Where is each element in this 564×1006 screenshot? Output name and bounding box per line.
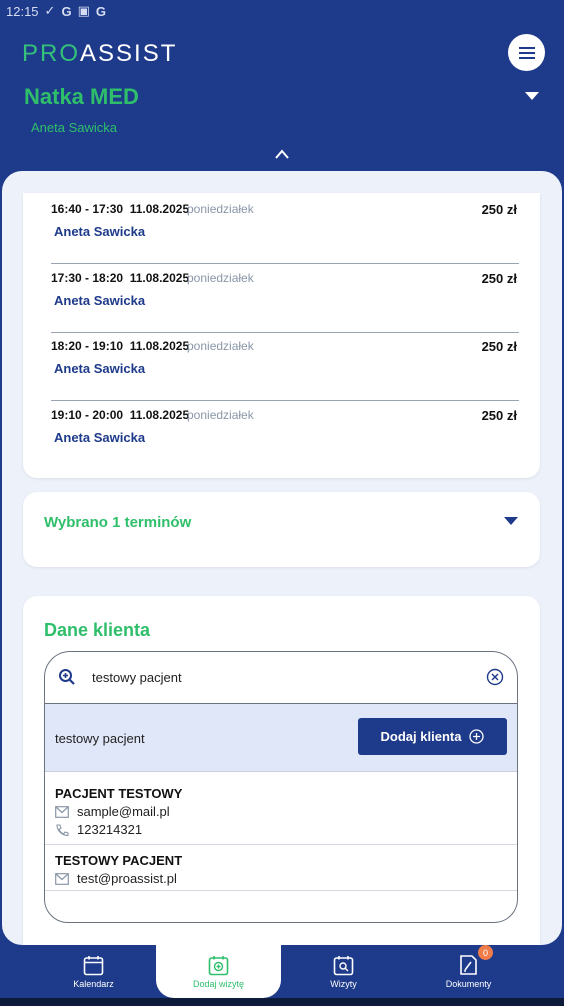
client-card: Dane klienta testowy pacjent testowy pac… — [23, 596, 540, 945]
search-input[interactable]: testowy pacjent — [92, 670, 182, 685]
slot-date: 11.08.2025 — [129, 408, 190, 422]
patient-email: sample@mail.pl — [77, 804, 170, 819]
slot-price: 250 zł — [481, 408, 517, 423]
system-nav-bar — [0, 998, 564, 1006]
slots-card: 16:40 - 17:30 11.08.2025 poniedziałek 25… — [23, 193, 540, 478]
client-section-title: Dane klienta — [44, 620, 151, 640]
slot-person: Aneta Sawicka — [54, 430, 146, 445]
slot-date: 11.08.2025 — [129, 271, 190, 285]
patient-name: PACJENT TESTOWY — [55, 786, 183, 801]
slot-day: poniedziałek — [187, 339, 254, 353]
selected-terms-label: Wybrano 1 terminów — [44, 514, 192, 531]
content-sheet: 16:40 - 17:30 11.08.2025 poniedziałek 25… — [2, 171, 562, 945]
slot-date: 11.08.2025 — [129, 202, 190, 216]
nav-label: Kalendarz — [73, 978, 114, 989]
documents-icon — [460, 955, 477, 975]
slot-item[interactable]: 18:20 - 19:10 11.08.2025 poniedziałek 25… — [51, 333, 519, 401]
add-client-button[interactable]: Dodaj klienta — [358, 718, 507, 755]
chevron-down-icon[interactable] — [504, 517, 518, 525]
photo-icon: ▣ — [77, 3, 90, 18]
visits-icon — [333, 955, 353, 975]
clinic-dropdown-icon[interactable] — [525, 92, 539, 100]
doctor-name: Aneta Sawicka — [31, 120, 117, 135]
slot-price: 250 zł — [481, 271, 517, 286]
patient-email: test@proassist.pl — [77, 871, 177, 886]
nav-wizyty[interactable]: Wizyty — [281, 945, 406, 998]
slot-price: 250 zł — [481, 339, 517, 354]
status-bar: 12:15 ✓ G ▣ G — [0, 0, 564, 22]
menu-button[interactable] — [508, 34, 545, 71]
search-plus-icon — [59, 669, 75, 685]
clear-icon[interactable] — [486, 668, 504, 686]
nav-label: Dodaj wizytę — [192, 978, 245, 989]
mail-icon — [55, 872, 69, 885]
add-visit-icon — [208, 955, 229, 975]
slot-time: 18:20 - 19:10 — [51, 339, 124, 353]
divider — [51, 263, 519, 264]
slot-price: 250 zł — [481, 202, 517, 217]
new-client-row: testowy pacjent Dodaj klienta — [45, 704, 517, 772]
google-icon: G — [61, 3, 72, 19]
clinic-name[interactable]: Natka MED — [24, 84, 139, 110]
selected-terms-card[interactable]: Wybrano 1 terminów — [23, 492, 540, 567]
app-header: PROASSIST Natka MED Aneta Sawicka — [0, 22, 564, 192]
new-client-query: testowy pacjent — [55, 731, 145, 746]
nav-label: Dokumenty — [445, 979, 492, 989]
signal-icon: ✓ — [44, 3, 56, 18]
documents-badge: 0 — [478, 945, 493, 960]
nav-label: Wizyty — [330, 978, 357, 989]
slot-person: Aneta Sawicka — [54, 361, 146, 376]
patient-item[interactable]: TESTOWY PACJENT test@proassist.pl — [45, 845, 517, 891]
slot-item[interactable]: 19:10 - 20:00 11.08.2025 poniedziałek 25… — [51, 402, 519, 470]
slot-time: 16:40 - 17:30 — [51, 202, 124, 216]
slot-item[interactable]: 16:40 - 17:30 11.08.2025 poniedziałek 25… — [51, 196, 519, 264]
proassist-logo: PROASSIST — [22, 40, 178, 67]
client-search-field[interactable]: testowy pacjent — [44, 651, 518, 703]
search-results: testowy pacjent Dodaj klienta PACJENT TE… — [44, 703, 518, 923]
calendar-icon — [83, 955, 104, 975]
hamburger-icon — [518, 46, 535, 59]
bottom-nav: Kalendarz Dodaj wizytę Wizyty Dokumenty … — [0, 945, 564, 998]
slot-time: 17:30 - 18:20 — [51, 271, 124, 285]
nav-kalendarz[interactable]: Kalendarz — [31, 945, 156, 998]
slot-person: Aneta Sawicka — [54, 293, 146, 308]
chevron-up-icon[interactable] — [274, 148, 290, 160]
slot-day: poniedziałek — [187, 202, 254, 216]
google-icon: G — [95, 3, 106, 19]
patient-phone: 123214321 — [77, 822, 143, 837]
nav-dokumenty[interactable]: Dokumenty 0 — [406, 945, 531, 998]
slot-date: 11.08.2025 — [129, 339, 190, 353]
status-time: 12:15 — [6, 3, 39, 19]
plus-circle-icon — [469, 729, 485, 744]
slot-person: Aneta Sawicka — [54, 224, 146, 239]
slot-day: poniedziałek — [187, 408, 254, 422]
divider — [51, 400, 519, 401]
phone-icon — [56, 823, 69, 836]
nav-dodaj-wizyte[interactable]: Dodaj wizytę — [156, 945, 281, 998]
slot-day: poniedziałek — [187, 271, 254, 285]
patient-name: TESTOWY PACJENT — [55, 853, 183, 868]
mail-icon — [55, 805, 69, 818]
slot-item[interactable]: 17:30 - 18:20 11.08.2025 poniedziałek 25… — [51, 265, 519, 333]
patient-item[interactable]: PACJENT TESTOWY sample@mail.pl 123214321 — [45, 772, 517, 845]
slot-time: 19:10 - 20:00 — [51, 408, 124, 422]
